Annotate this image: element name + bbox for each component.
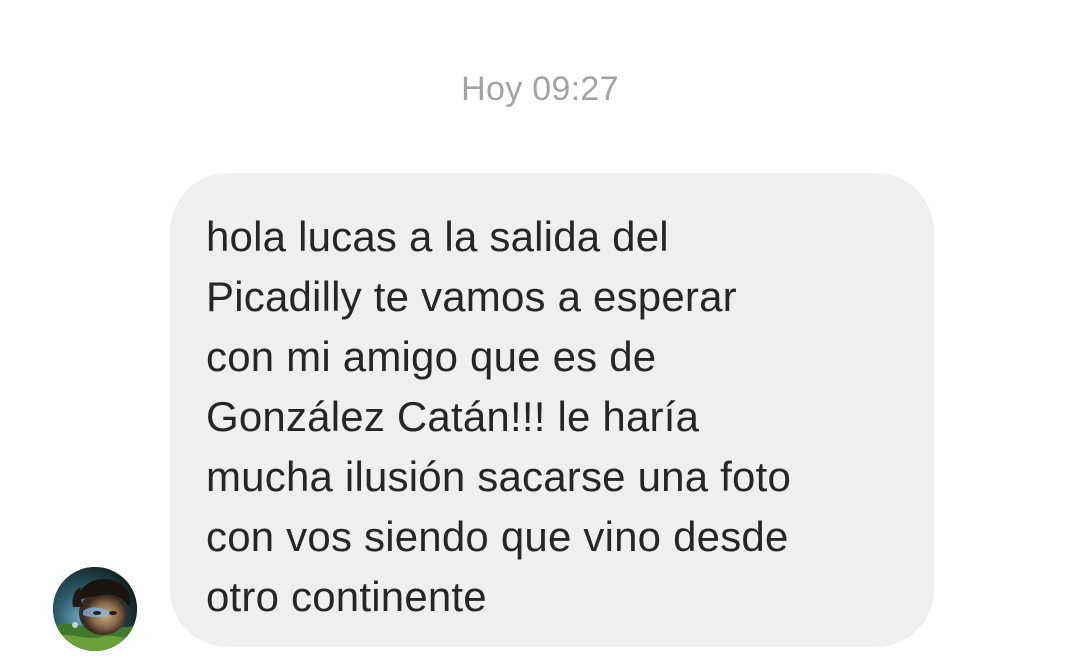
chat-timestamp: Hoy 09:27: [461, 70, 619, 108]
message-line: González Catán!!! le haría: [206, 393, 700, 440]
message-line: con mi amigo que es de: [206, 333, 657, 380]
message-line: mucha ilusión sacarse una foto: [206, 453, 791, 500]
message-text: hola lucas a la salida del Picadilly te …: [206, 207, 904, 627]
message-line: con vos siendo que vino desde: [206, 513, 789, 560]
message-line: hola lucas a la salida del: [206, 213, 669, 260]
message-line: Picadilly te vamos a esperar: [206, 273, 737, 320]
sender-avatar[interactable]: [53, 567, 137, 651]
message-bubble[interactable]: hola lucas a la salida del Picadilly te …: [170, 173, 934, 647]
message-line: otro continente: [206, 573, 487, 620]
profile-photo-icon: [53, 567, 137, 651]
